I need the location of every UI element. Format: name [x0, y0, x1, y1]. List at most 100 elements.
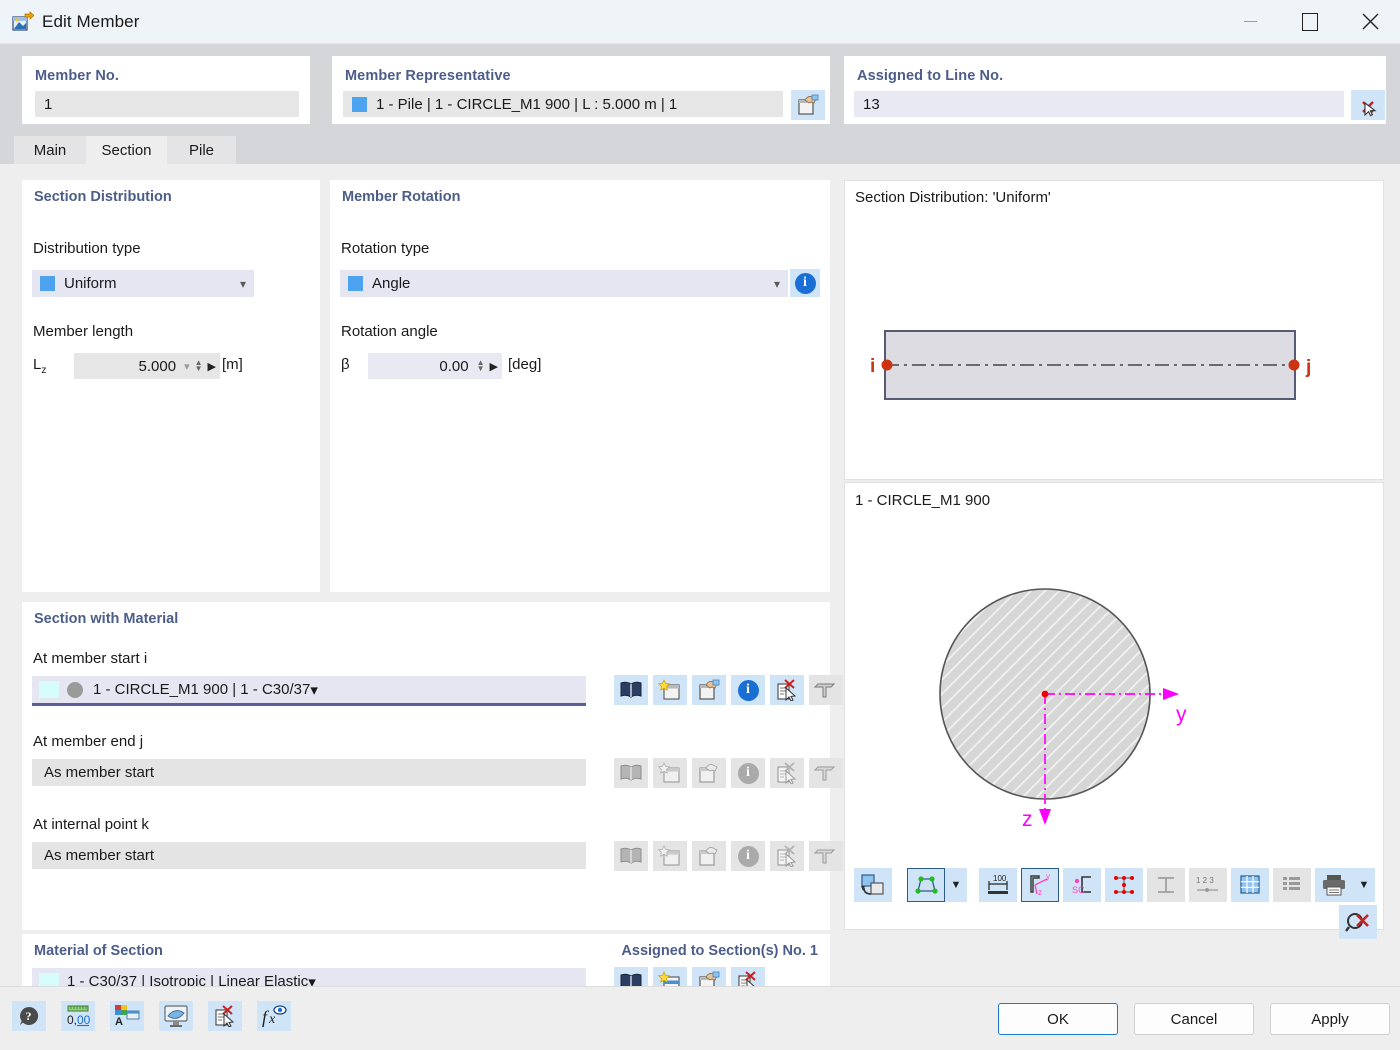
section-start-value: 1 - CIRCLE_M1 900 | 1 - C30/37 [93, 681, 311, 698]
circle-section-icon [67, 681, 83, 698]
tab-strip: Main Section Pile [0, 136, 1400, 164]
ok-button[interactable]: OK [998, 1003, 1118, 1035]
tab-pile[interactable]: Pile [167, 136, 236, 164]
section-with-material-title: Section with Material [34, 611, 179, 627]
view-mode-icon[interactable] [159, 1001, 193, 1031]
svg-text:SC: SC [1072, 885, 1085, 895]
section-end-select: As member start [32, 759, 586, 786]
svg-text:1 2 3: 1 2 3 [1196, 876, 1214, 885]
distribution-type-select[interactable]: Uniform ▾ [32, 270, 254, 297]
member-length-value: 5.000 [138, 357, 177, 375]
member-length-label: Member length [33, 323, 134, 340]
chevron-down-icon: ▾ [773, 276, 780, 291]
tab-section[interactable]: Section [86, 136, 167, 164]
grid-icon[interactable] [1231, 868, 1269, 902]
info-icon: i [731, 841, 765, 871]
shear-center-icon[interactable]: SC [1063, 868, 1101, 902]
svg-text:x: x [268, 1012, 276, 1027]
rotation-type-label: Rotation type [341, 240, 430, 257]
section-internal-select: As member start [32, 842, 586, 869]
new-section-icon[interactable] [653, 675, 687, 705]
svg-text:j: j [1305, 357, 1311, 378]
svg-text:y: y [1176, 703, 1187, 726]
svg-text:0,: 0, [67, 1013, 77, 1027]
member-representative-value[interactable]: 1 - Pile | 1 - CIRCLE_M1 900 | L : 5.000… [343, 91, 783, 117]
rotation-type-value: Angle [372, 275, 411, 292]
material-of-section-title: Material of Section [34, 943, 163, 959]
section-shape-icon[interactable] [809, 675, 843, 705]
section-end-value: As member start [44, 764, 155, 781]
rotation-type-swatch [348, 276, 363, 291]
zoom-reset-icon[interactable] [1339, 905, 1377, 939]
apply-button[interactable]: Apply [1270, 1003, 1390, 1035]
delete-icon[interactable] [208, 1001, 242, 1031]
close-button[interactable] [1340, 0, 1400, 44]
info-icon[interactable]: i [731, 675, 765, 705]
assigned-line-title: Assigned to Line No. [857, 68, 1004, 84]
tab-main[interactable]: Main [14, 136, 86, 164]
delete-section-icon [770, 841, 804, 871]
units-icon[interactable]: 0, 00 [61, 1001, 95, 1031]
print-icon[interactable] [1315, 868, 1353, 902]
svg-text:y: y [1046, 873, 1050, 881]
member-length-unit: [m] [222, 356, 243, 373]
help-icon[interactable]: ? [12, 1001, 46, 1031]
pick-member-representative-icon[interactable] [791, 90, 825, 120]
member-length-symbol: Lz [33, 356, 47, 376]
new-section-icon [653, 758, 687, 788]
rotate-view-icon[interactable] [854, 868, 892, 902]
distribution-type-label: Distribution type [33, 240, 141, 257]
minimize-button[interactable] [1220, 0, 1280, 44]
table-list-icon[interactable] [1273, 868, 1311, 902]
rotation-angle-value: 0.00 [439, 357, 469, 375]
rotation-angle-input[interactable]: 0.00 ▲ ▼ ▶ [368, 353, 502, 379]
section-distribution-title: Section Distribution [34, 189, 172, 205]
parts-icon[interactable] [1147, 868, 1185, 902]
section-distribution-panel: Section Distribution Distribution type U… [22, 180, 320, 592]
delete-section-icon[interactable] [770, 675, 804, 705]
render-section-icon[interactable] [907, 868, 945, 902]
stress-points-icon[interactable] [1105, 868, 1143, 902]
section-with-material-panel: Section with Material At member start i … [22, 602, 843, 930]
rotation-angle-symbol: β [341, 356, 350, 373]
numbering-icon[interactable]: 1 2 3 [1189, 868, 1227, 902]
section-internal-label: At internal point k [33, 816, 149, 833]
stepper-icon[interactable]: ▲ ▼ [195, 359, 203, 373]
window-title: Edit Member [42, 11, 140, 31]
svg-text:z: z [1038, 888, 1042, 897]
maximize-button[interactable] [1280, 0, 1340, 44]
formula-icon[interactable]: fx [257, 1001, 291, 1031]
display-properties-icon[interactable]: A [110, 1001, 144, 1031]
next-value-icon[interactable]: ▶ [208, 360, 216, 373]
stepper-icon[interactable]: ▲ ▼ [477, 359, 485, 373]
active-field-underline [32, 703, 586, 706]
delete-line-assignment-icon[interactable] [1351, 90, 1385, 120]
axis-system-icon[interactable]: yz [1021, 868, 1059, 902]
edit-section-icon[interactable] [692, 675, 726, 705]
cancel-button[interactable]: Cancel [1134, 1003, 1254, 1035]
assigned-sections-label: Assigned to Section(s) No. 1 [621, 943, 818, 959]
header-strip: Member No. 1 Member Representative 1 - P… [0, 44, 1400, 136]
next-value-icon[interactable]: ▶ [490, 360, 498, 373]
section-start-select[interactable]: 1 - CIRCLE_M1 900 | 1 - C30/37 ▾ [32, 676, 586, 706]
dimensions-icon[interactable]: 100 [979, 868, 1017, 902]
section-preview-panel: 1 - CIRCLE_M1 900 y z ▼ 100 y z SC 1 2 3… [844, 482, 1384, 930]
edit-section-icon [692, 758, 726, 788]
print-dropdown-arrow-icon[interactable]: ▼ [1353, 868, 1375, 902]
render-dropdown-arrow-icon[interactable]: ▼ [945, 868, 967, 902]
section-color-swatch [39, 681, 59, 698]
member-no-input[interactable]: 1 [35, 91, 299, 117]
distribution-preview-caption: Section Distribution: 'Uniform' [855, 189, 1051, 206]
section-internal-value: As member start [44, 847, 155, 864]
section-tab-content: Section Distribution Distribution type U… [0, 164, 1400, 997]
rotation-type-select[interactable]: Angle ▾ [340, 270, 788, 297]
svg-text:100: 100 [993, 874, 1007, 883]
library-icon[interactable] [614, 675, 648, 705]
assigned-line-input[interactable]: 13 [854, 91, 1344, 117]
member-length-input[interactable]: 5.000 ▾ ▲ ▼ ▶ [74, 353, 220, 379]
assigned-line-group: Assigned to Line No. 13 [844, 56, 1386, 124]
chevron-down-icon[interactable]: ▾ [184, 360, 190, 373]
info-icon[interactable]: i [790, 269, 820, 297]
section-preview-caption: 1 - CIRCLE_M1 900 [855, 492, 991, 509]
delete-section-icon [770, 758, 804, 788]
